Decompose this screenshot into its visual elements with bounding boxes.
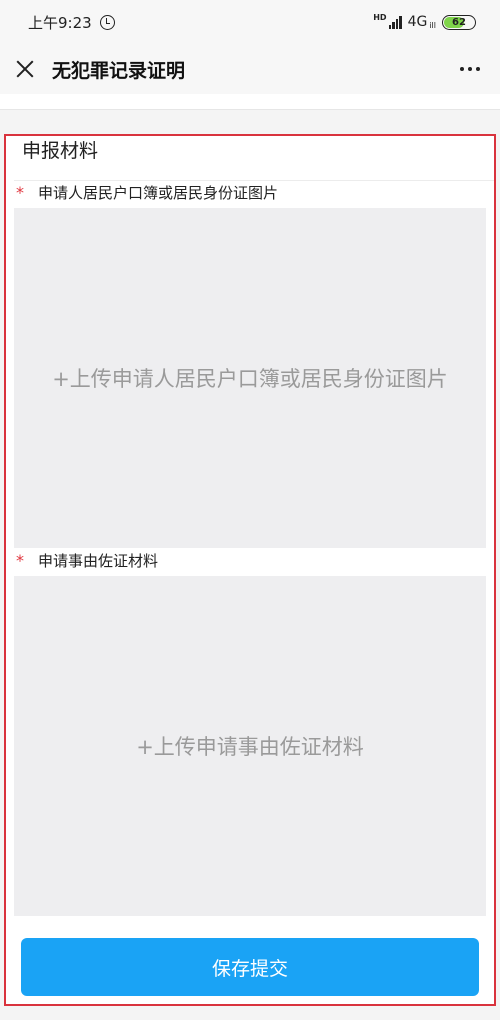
upload-household-register[interactable]: +上传申请人居民户口簿或居民身份证图片	[14, 208, 486, 548]
alarm-icon	[99, 14, 115, 30]
signal-icon	[388, 15, 402, 29]
upload-supporting-materials[interactable]: +上传申请事由佐证材料	[14, 576, 486, 916]
network-sub-label: ill	[429, 21, 436, 30]
status-left: 上午9:23	[28, 12, 115, 33]
page-body: 申报材料 * 申请人居民户口簿或居民身份证图片 +上传申请人居民户口簿或居民身份…	[0, 94, 500, 1020]
status-bar: 上午9:23 HD 4G ill 62	[0, 0, 500, 44]
field-label-supporting-materials: * 申请事由佐证材料	[16, 550, 158, 571]
network-type: 4G	[407, 14, 428, 30]
battery-level: 62	[452, 16, 466, 28]
close-icon[interactable]	[14, 58, 36, 80]
upload-household-register-text: +上传申请人居民户口簿或居民身份证图片	[52, 367, 448, 391]
field-label-text: 申请人居民户口簿或居民身份证图片	[38, 184, 279, 202]
nav-bar: 无犯罪记录证明	[0, 44, 500, 94]
status-right: HD 4G ill 62	[373, 14, 476, 30]
save-submit-button[interactable]: 保存提交	[21, 938, 479, 996]
upload-supporting-materials-text: +上传申请事由佐证材料	[136, 735, 364, 759]
section-title: 申报材料	[22, 140, 99, 162]
status-time: 上午9:23	[28, 13, 92, 32]
field-label-household-register: * 申请人居民户口簿或居民身份证图片	[16, 182, 278, 203]
required-mark: *	[16, 183, 24, 202]
more-options-icon[interactable]	[454, 61, 486, 77]
materials-form: 申报材料 * 申请人居民户口簿或居民身份证图片 +上传申请人居民户口簿或居民身份…	[4, 134, 496, 1006]
battery-icon: 62	[442, 14, 476, 30]
hd-label: HD	[373, 13, 387, 22]
top-strip	[0, 94, 500, 110]
required-mark: *	[16, 551, 24, 570]
page-title: 无犯罪记录证明	[52, 59, 186, 82]
field-label-text: 申请事由佐证材料	[38, 552, 159, 570]
section-divider	[14, 180, 494, 181]
